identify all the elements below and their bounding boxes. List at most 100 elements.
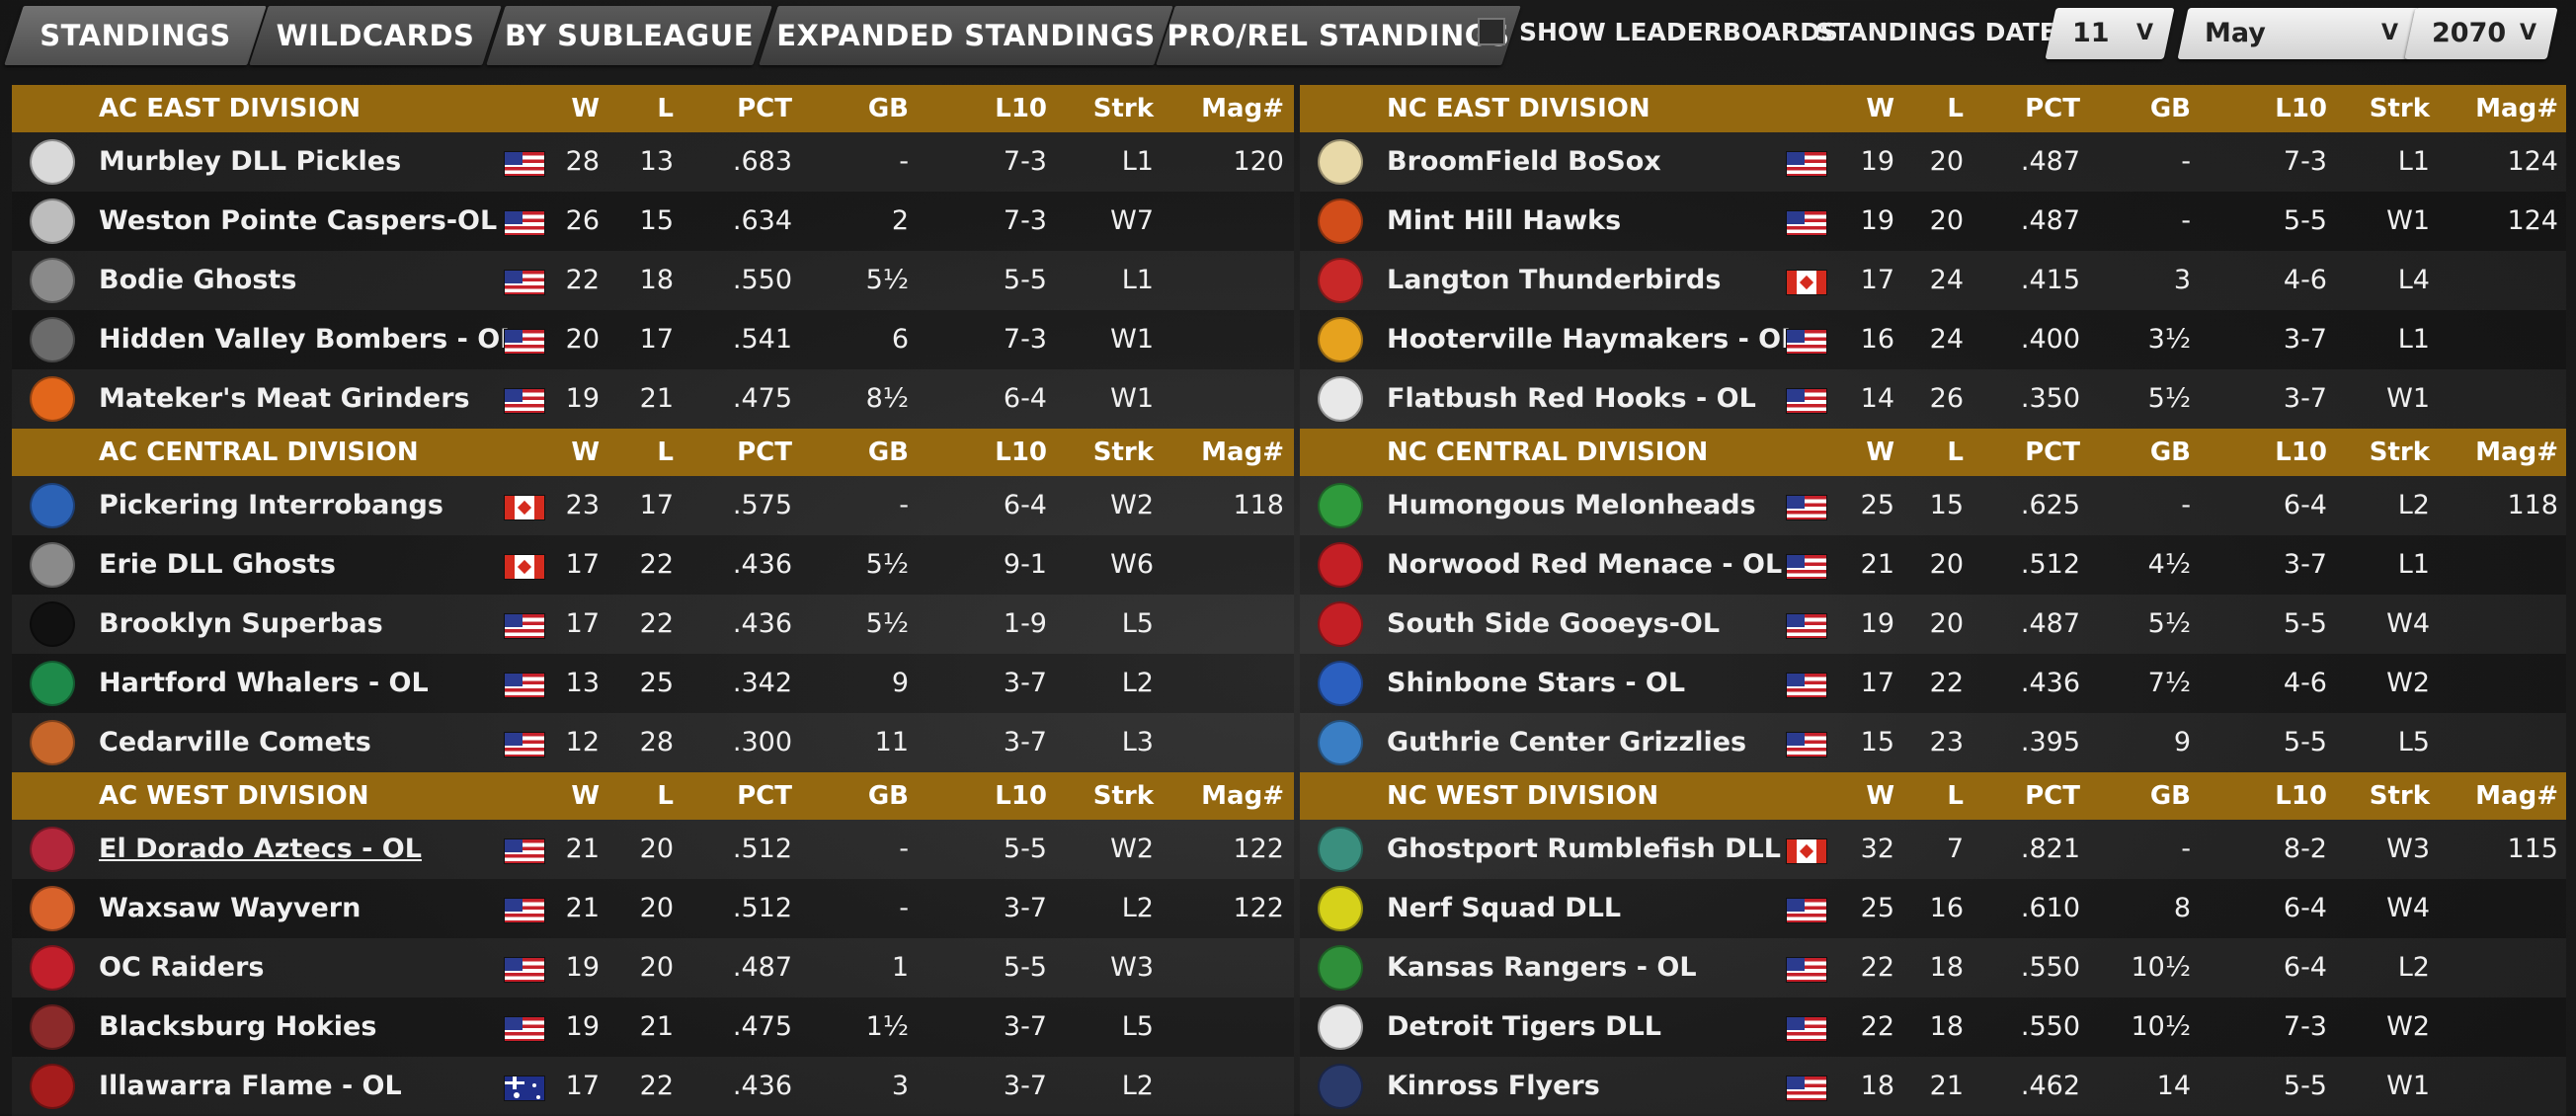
team-row[interactable]: Guthrie Center Grizzlies 15 23 .395 9 5-5 L5 <box>1300 713 2566 772</box>
team-name-link[interactable]: OC Raiders <box>99 938 264 997</box>
flame-logo-icon[interactable] <box>30 1064 75 1109</box>
team-name-link[interactable]: Detroit Tigers DLL <box>1387 997 1661 1057</box>
team-row[interactable]: Langton Thunderbirds 17 24 .415 3 4-6 L4 <box>1300 251 2566 310</box>
column-header-pct[interactable]: PCT <box>737 772 792 820</box>
team-row[interactable]: Hartford Whalers - OL 13 25 .342 9 3-7 L2 <box>12 654 1294 713</box>
whale-logo-icon[interactable] <box>30 661 75 706</box>
column-header-mag[interactable]: Mag# <box>1201 772 1284 820</box>
aztec-logo-icon[interactable] <box>30 827 75 872</box>
column-header-strk[interactable]: Strk <box>2370 772 2430 820</box>
team-row[interactable]: Nerf Squad DLL 25 16 .610 8 6-4 W4 <box>1300 879 2566 938</box>
column-header-pct[interactable]: PCT <box>2025 85 2080 132</box>
column-header-w[interactable]: W <box>571 429 600 476</box>
team-row[interactable]: Flatbush Red Hooks - OL 14 26 .350 5½ 3-7 W1 <box>1300 369 2566 429</box>
team-row[interactable]: Brooklyn Superbas 17 22 .436 5½ 1-9 L5 <box>12 595 1294 654</box>
column-header-w[interactable]: W <box>1866 429 1894 476</box>
ghost-logo-icon[interactable] <box>30 199 75 244</box>
column-header-pct[interactable]: PCT <box>737 85 792 132</box>
column-header-gb[interactable]: GB <box>868 429 909 476</box>
nerf-logo-icon[interactable] <box>1318 886 1363 931</box>
team-row[interactable]: Detroit Tigers DLL 22 18 .550 10½ 7-3 W2 <box>1300 997 2566 1057</box>
year-select[interactable]: 2070 V <box>2404 8 2558 59</box>
team-name-link[interactable]: Pickering Interrobangs <box>99 476 443 535</box>
tab-expanded-standings[interactable]: EXPANDED STANDINGS <box>759 6 1173 65</box>
team-name-link[interactable]: Mateker's Meat Grinders <box>99 369 470 429</box>
b-diamond-logo-icon[interactable] <box>1318 139 1363 185</box>
team-name-link[interactable]: Langton Thunderbirds <box>1387 251 1721 310</box>
team-name-link[interactable]: Erie DLL Ghosts <box>99 535 336 595</box>
team-name-link[interactable]: Murbley DLL Pickles <box>99 132 401 192</box>
hawk-logo-icon[interactable] <box>1318 199 1363 244</box>
grizzlies-logo-icon[interactable] <box>1318 720 1363 765</box>
column-header-l10[interactable]: L10 <box>995 772 1047 820</box>
team-name-link[interactable]: Bodie Ghosts <box>99 251 296 310</box>
team-name-link[interactable]: Hartford Whalers - OL <box>99 654 429 713</box>
fish-logo-icon[interactable] <box>1318 827 1363 872</box>
column-header-w[interactable]: W <box>1866 772 1894 820</box>
team-row[interactable]: Cedarville Comets 12 28 .300 11 3-7 L3 <box>12 713 1294 772</box>
tab-pro-rel-standings[interactable]: PRO/REL STANDINGS <box>1156 6 1521 65</box>
team-row[interactable]: South Side Gooeys-OL 19 20 .487 5½ 5-5 W4 <box>1300 595 2566 654</box>
team-row[interactable]: Ghostport Rumblefish DLL 32 7 .821 - 8-2 W3 115 <box>1300 820 2566 879</box>
team-row[interactable]: Kansas Rangers - OL 22 18 .550 10½ 6-4 L2 <box>1300 938 2566 997</box>
day-select[interactable]: 11 V <box>2045 8 2175 59</box>
column-header-w[interactable]: W <box>571 772 600 820</box>
team-name-link[interactable]: Waxsaw Wayvern <box>99 879 361 938</box>
team-row[interactable]: Mateker's Meat Grinders 19 21 .475 8½ 6-4 W1 <box>12 369 1294 429</box>
d-logo-icon[interactable] <box>1318 1004 1363 1050</box>
team-name-link[interactable]: Ghostport Rumblefish DLL <box>1387 820 1781 879</box>
thunderbird-logo-icon[interactable] <box>1318 258 1363 303</box>
column-header-strk[interactable]: Strk <box>2370 429 2430 476</box>
column-header-l[interactable]: L <box>1947 85 1964 132</box>
tab-by-subleague[interactable]: BY SUBLEAGUE <box>486 6 772 65</box>
team-name-link[interactable]: Shinbone Stars - OL <box>1387 654 1685 713</box>
team-row[interactable]: Kinross Flyers 18 21 .462 14 5-5 W1 <box>1300 1057 2566 1116</box>
wyvern-logo-icon[interactable] <box>30 886 75 931</box>
team-name-link[interactable]: South Side Gooeys-OL <box>1387 595 1720 654</box>
stl-logo-icon[interactable] <box>1318 601 1363 647</box>
column-header-gb[interactable]: GB <box>2150 429 2191 476</box>
team-name-link[interactable]: El Dorado Aztecs - OL <box>99 820 422 879</box>
team-name-link[interactable]: Kinross Flyers <box>1387 1057 1600 1116</box>
month-select[interactable]: May V <box>2177 8 2420 59</box>
team-row[interactable]: Hidden Valley Bombers - OL 20 17 .541 6 7-3 W1 <box>12 310 1294 369</box>
column-header-w[interactable]: W <box>571 85 600 132</box>
team-name-link[interactable]: Illawarra Flame - OL <box>99 1057 402 1116</box>
column-header-strk[interactable]: Strk <box>1093 429 1154 476</box>
column-header-gb[interactable]: GB <box>2150 772 2191 820</box>
team-row[interactable]: Shinbone Stars - OL 17 22 .436 7½ 4-6 W2 <box>1300 654 2566 713</box>
column-header-pct[interactable]: PCT <box>2025 772 2080 820</box>
team-row[interactable]: Hooterville Haymakers - OL 16 24 .400 3½ 3-7 L… <box>1300 310 2566 369</box>
column-header-l10[interactable]: L10 <box>2275 85 2327 132</box>
team-row[interactable]: Waxsaw Wayvern 21 20 .512 - 3-7 L2 122 <box>12 879 1294 938</box>
column-header-gb[interactable]: GB <box>868 772 909 820</box>
melonhead-logo-icon[interactable] <box>1318 483 1363 528</box>
column-header-l10[interactable]: L10 <box>995 85 1047 132</box>
column-header-l[interactable]: L <box>657 772 674 820</box>
column-header-l[interactable]: L <box>1947 772 1964 820</box>
team-name-link[interactable]: Humongous Melonheads <box>1387 476 1756 535</box>
column-header-strk[interactable]: Strk <box>2370 85 2430 132</box>
team-name-link[interactable]: Hooterville Haymakers - OL <box>1387 310 1798 369</box>
column-header-mag[interactable]: Mag# <box>1201 429 1284 476</box>
column-header-strk[interactable]: Strk <box>1093 85 1154 132</box>
team-row[interactable]: Illawarra Flame - OL 17 22 .436 3 3-7 L2 <box>12 1057 1294 1116</box>
stars-logo-icon[interactable] <box>1318 661 1363 706</box>
team-name-link[interactable]: Guthrie Center Grizzlies <box>1387 713 1746 772</box>
column-header-mag[interactable]: Mag# <box>1201 85 1284 132</box>
mg-logo-icon[interactable] <box>30 376 75 422</box>
no-money-logo-icon[interactable] <box>1318 376 1363 422</box>
column-header-w[interactable]: W <box>1866 85 1894 132</box>
team-name-link[interactable]: Kansas Rangers - OL <box>1387 938 1697 997</box>
column-header-strk[interactable]: Strk <box>1093 772 1154 820</box>
bomber-logo-icon[interactable] <box>30 317 75 362</box>
h-logo-icon[interactable] <box>1318 317 1363 362</box>
column-header-mag[interactable]: Mag# <box>2475 85 2558 132</box>
team-name-link[interactable]: Cedarville Comets <box>99 713 371 772</box>
column-header-pct[interactable]: PCT <box>737 429 792 476</box>
team-name-link[interactable]: Blacksburg Hokies <box>99 997 376 1057</box>
team-row[interactable]: Bodie Ghosts 22 18 .550 5½ 5-5 L1 <box>12 251 1294 310</box>
team-row[interactable]: Erie DLL Ghosts 17 22 .436 5½ 9-1 W6 <box>12 535 1294 595</box>
n-logo-icon[interactable] <box>1318 542 1363 588</box>
ghosts-script-logo-icon[interactable] <box>30 542 75 588</box>
